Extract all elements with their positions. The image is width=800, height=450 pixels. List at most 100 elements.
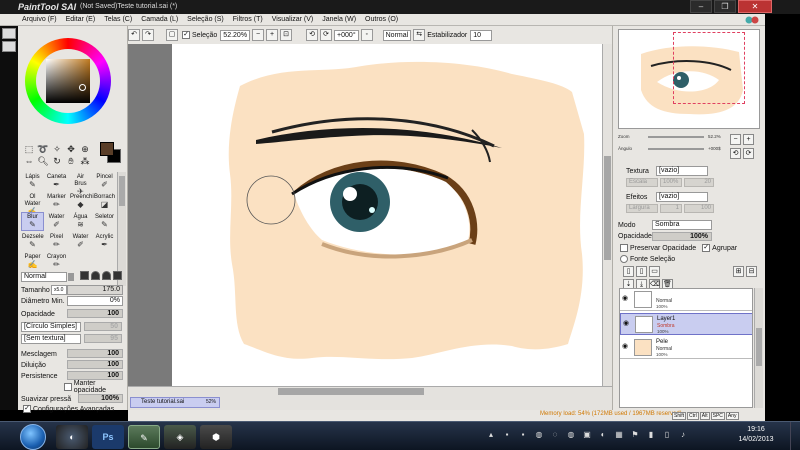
menu-selecao[interactable]: Seleção (S) (183, 14, 229, 26)
minimize-button[interactable]: – (690, 0, 712, 13)
blend-slider[interactable]: 100 (67, 349, 123, 358)
opacity-slider[interactable]: 100 (67, 309, 123, 318)
document-tab[interactable]: Teste tutorial.sai 52% (130, 397, 220, 408)
tool-oil-water[interactable]: Ol Water✍ (21, 192, 44, 216)
texture-select[interactable]: [vazio] (656, 166, 708, 176)
menu-outros[interactable]: Outros (O) (361, 14, 403, 26)
layers-scrollbar[interactable] (754, 288, 763, 408)
advanced-settings-checkbox[interactable]: ✓ (23, 405, 31, 413)
tool-dezsele[interactable]: Dezsele ✎ (21, 232, 44, 251)
tool-marker[interactable]: Marker ✏ (45, 192, 68, 211)
maximize-button[interactable]: ❐ (714, 0, 736, 13)
visibility-eye-icon[interactable]: ◉ (623, 319, 632, 328)
show-desktop-button[interactable] (790, 422, 800, 450)
selection-checkbox[interactable]: ✓ (182, 31, 190, 39)
canvas-horizontal-scrollbar[interactable] (128, 386, 612, 396)
deselect-button[interactable]: ▢ (166, 29, 178, 41)
rotation-reset-button[interactable]: ◦ (360, 29, 373, 41)
persistence-slider[interactable]: 100 (67, 371, 123, 380)
hand-icon[interactable]: ✋︎ (65, 156, 77, 167)
layer-panel-option-1-button[interactable]: ⊞ (733, 266, 744, 277)
menu-filtros[interactable]: Filtros (T) (229, 14, 268, 26)
tray-arrow-icon[interactable]: ▴ (486, 430, 496, 440)
min-diameter-slider[interactable]: 0% (67, 296, 123, 306)
lasso-icon[interactable]: ➰ (37, 144, 49, 155)
brush-shape-4[interactable] (113, 271, 122, 280)
menu-visualizar[interactable]: Visualizar (V) (268, 14, 319, 26)
foreground-color-swatch[interactable] (100, 142, 114, 156)
taskbar-app-game[interactable]: ◈ (164, 425, 196, 449)
group-checkbox[interactable]: ✓ (702, 244, 711, 252)
visibility-eye-icon[interactable]: ◉ (622, 342, 631, 351)
close-button[interactable]: ✕ (738, 0, 772, 13)
nav-rotate-right-button[interactable]: ⟳ (743, 148, 754, 159)
smooth-pressure-slider[interactable]: 100% (78, 394, 123, 403)
size-slider[interactable]: 175.0 (67, 285, 123, 295)
network-icon[interactable]: ▮ (646, 430, 656, 440)
brush-texture-select[interactable]: [Sem textura] (21, 334, 81, 344)
shape-strength-slider[interactable]: 50 (84, 322, 122, 331)
layer-row-selected[interactable]: ◉ Layer1 Sombra 100% (620, 313, 752, 335)
tool-agua[interactable]: Água ≋ (69, 212, 92, 231)
color-wheel[interactable] (25, 38, 111, 124)
blend-mode-select[interactable]: Normal (382, 29, 412, 41)
volume-icon[interactable]: ♪ (678, 430, 688, 440)
new-linework-layer-button[interactable]: ▯ (636, 266, 647, 277)
layer-row[interactable]: ◉ Normal 100% (620, 289, 752, 311)
nav-rotate-left-button[interactable]: ⟲ (730, 148, 741, 159)
navigator-viewport-frame[interactable] (673, 32, 745, 104)
move-icon[interactable]: ✥ (65, 144, 77, 155)
rect-select-icon[interactable]: ⬚ (23, 144, 35, 155)
saturation-value-square[interactable] (46, 59, 90, 103)
effects-select[interactable]: [vazio] (656, 192, 708, 202)
size-multiplier-select[interactable]: x5.0 (51, 285, 67, 295)
brush-shape-2[interactable] (91, 271, 100, 280)
tray-app-icon[interactable]: ◍ (534, 430, 544, 440)
tool-pincel[interactable]: Pincel ✐ (93, 172, 116, 191)
dilution-slider[interactable]: 100 (67, 360, 123, 369)
brush-grid-scrollbar[interactable] (117, 172, 126, 286)
preserve-opacity-checkbox[interactable] (620, 244, 628, 252)
tray-app-icon[interactable]: ◍ (566, 430, 576, 440)
tool-airbrush[interactable]: Air Brus ✈ (69, 172, 92, 196)
nav-zoom-out-button[interactable]: − (730, 134, 741, 145)
drawing-canvas[interactable] (172, 44, 602, 386)
menu-camada[interactable]: Camada (L) (137, 14, 183, 26)
layer-opacity-slider[interactable]: 100% (652, 232, 712, 241)
brush-blend-select[interactable]: Normal (21, 272, 67, 282)
color-picker-marker[interactable] (79, 84, 86, 91)
taskbar-app-sai[interactable]: ✎ (128, 425, 160, 449)
tray-app-icon[interactable]: ▪ (518, 430, 528, 440)
tray-app-icon[interactable]: ◌ (550, 430, 560, 440)
color-wheel-toggle-button[interactable] (2, 28, 16, 39)
menu-janela[interactable]: Janela (W) (318, 14, 361, 26)
visibility-eye-icon[interactable]: ◉ (622, 294, 631, 303)
taskbar-app-photoshop[interactable]: Ps (92, 425, 124, 449)
tray-app-icon[interactable]: ◐ (598, 430, 608, 440)
clock[interactable]: 19:16 14/02/2013 (726, 425, 786, 445)
keep-opacity-checkbox[interactable] (64, 383, 72, 391)
layer-panel-option-2-button[interactable]: ⊟ (746, 266, 757, 277)
texture-strength-slider[interactable]: 95 (84, 334, 122, 343)
flag-icon[interactable]: ⚑ (630, 430, 640, 440)
taskbar-app-other[interactable]: ⬢ (200, 425, 232, 449)
zoom-reset-button[interactable]: ⊡ (280, 29, 293, 41)
menu-telas[interactable]: Telas (C) (100, 14, 137, 26)
zoom-out-button[interactable]: − (252, 29, 265, 41)
tray-app-icon[interactable]: ▦ (614, 430, 624, 440)
tool-acrylic[interactable]: Acrylic ✒ (93, 232, 116, 251)
navigator-preview[interactable] (618, 29, 760, 129)
nav-zoom-in-button[interactable]: + (743, 134, 754, 145)
brush-shape-select[interactable]: [Círculo Simples] (21, 322, 81, 332)
zoom-tool-icon[interactable]: ⊕ (79, 144, 91, 155)
rotation-field[interactable]: +000° (334, 29, 359, 41)
start-button[interactable] (20, 424, 46, 450)
new-folder-button[interactable]: ▭ (649, 266, 660, 277)
tool-lapis[interactable]: Lápis ✎ (21, 172, 44, 191)
layer-row[interactable]: ◉ Pele Normal 100% (620, 337, 752, 359)
tray-app-icon[interactable]: ▪ (502, 430, 512, 440)
rotate-tool-icon[interactable]: ↻ (51, 156, 63, 167)
layer-mode-select[interactable]: Sombra (652, 220, 712, 230)
new-layer-button[interactable]: ▯ (623, 266, 634, 277)
transform-icon[interactable]: ⇔ (23, 156, 35, 167)
